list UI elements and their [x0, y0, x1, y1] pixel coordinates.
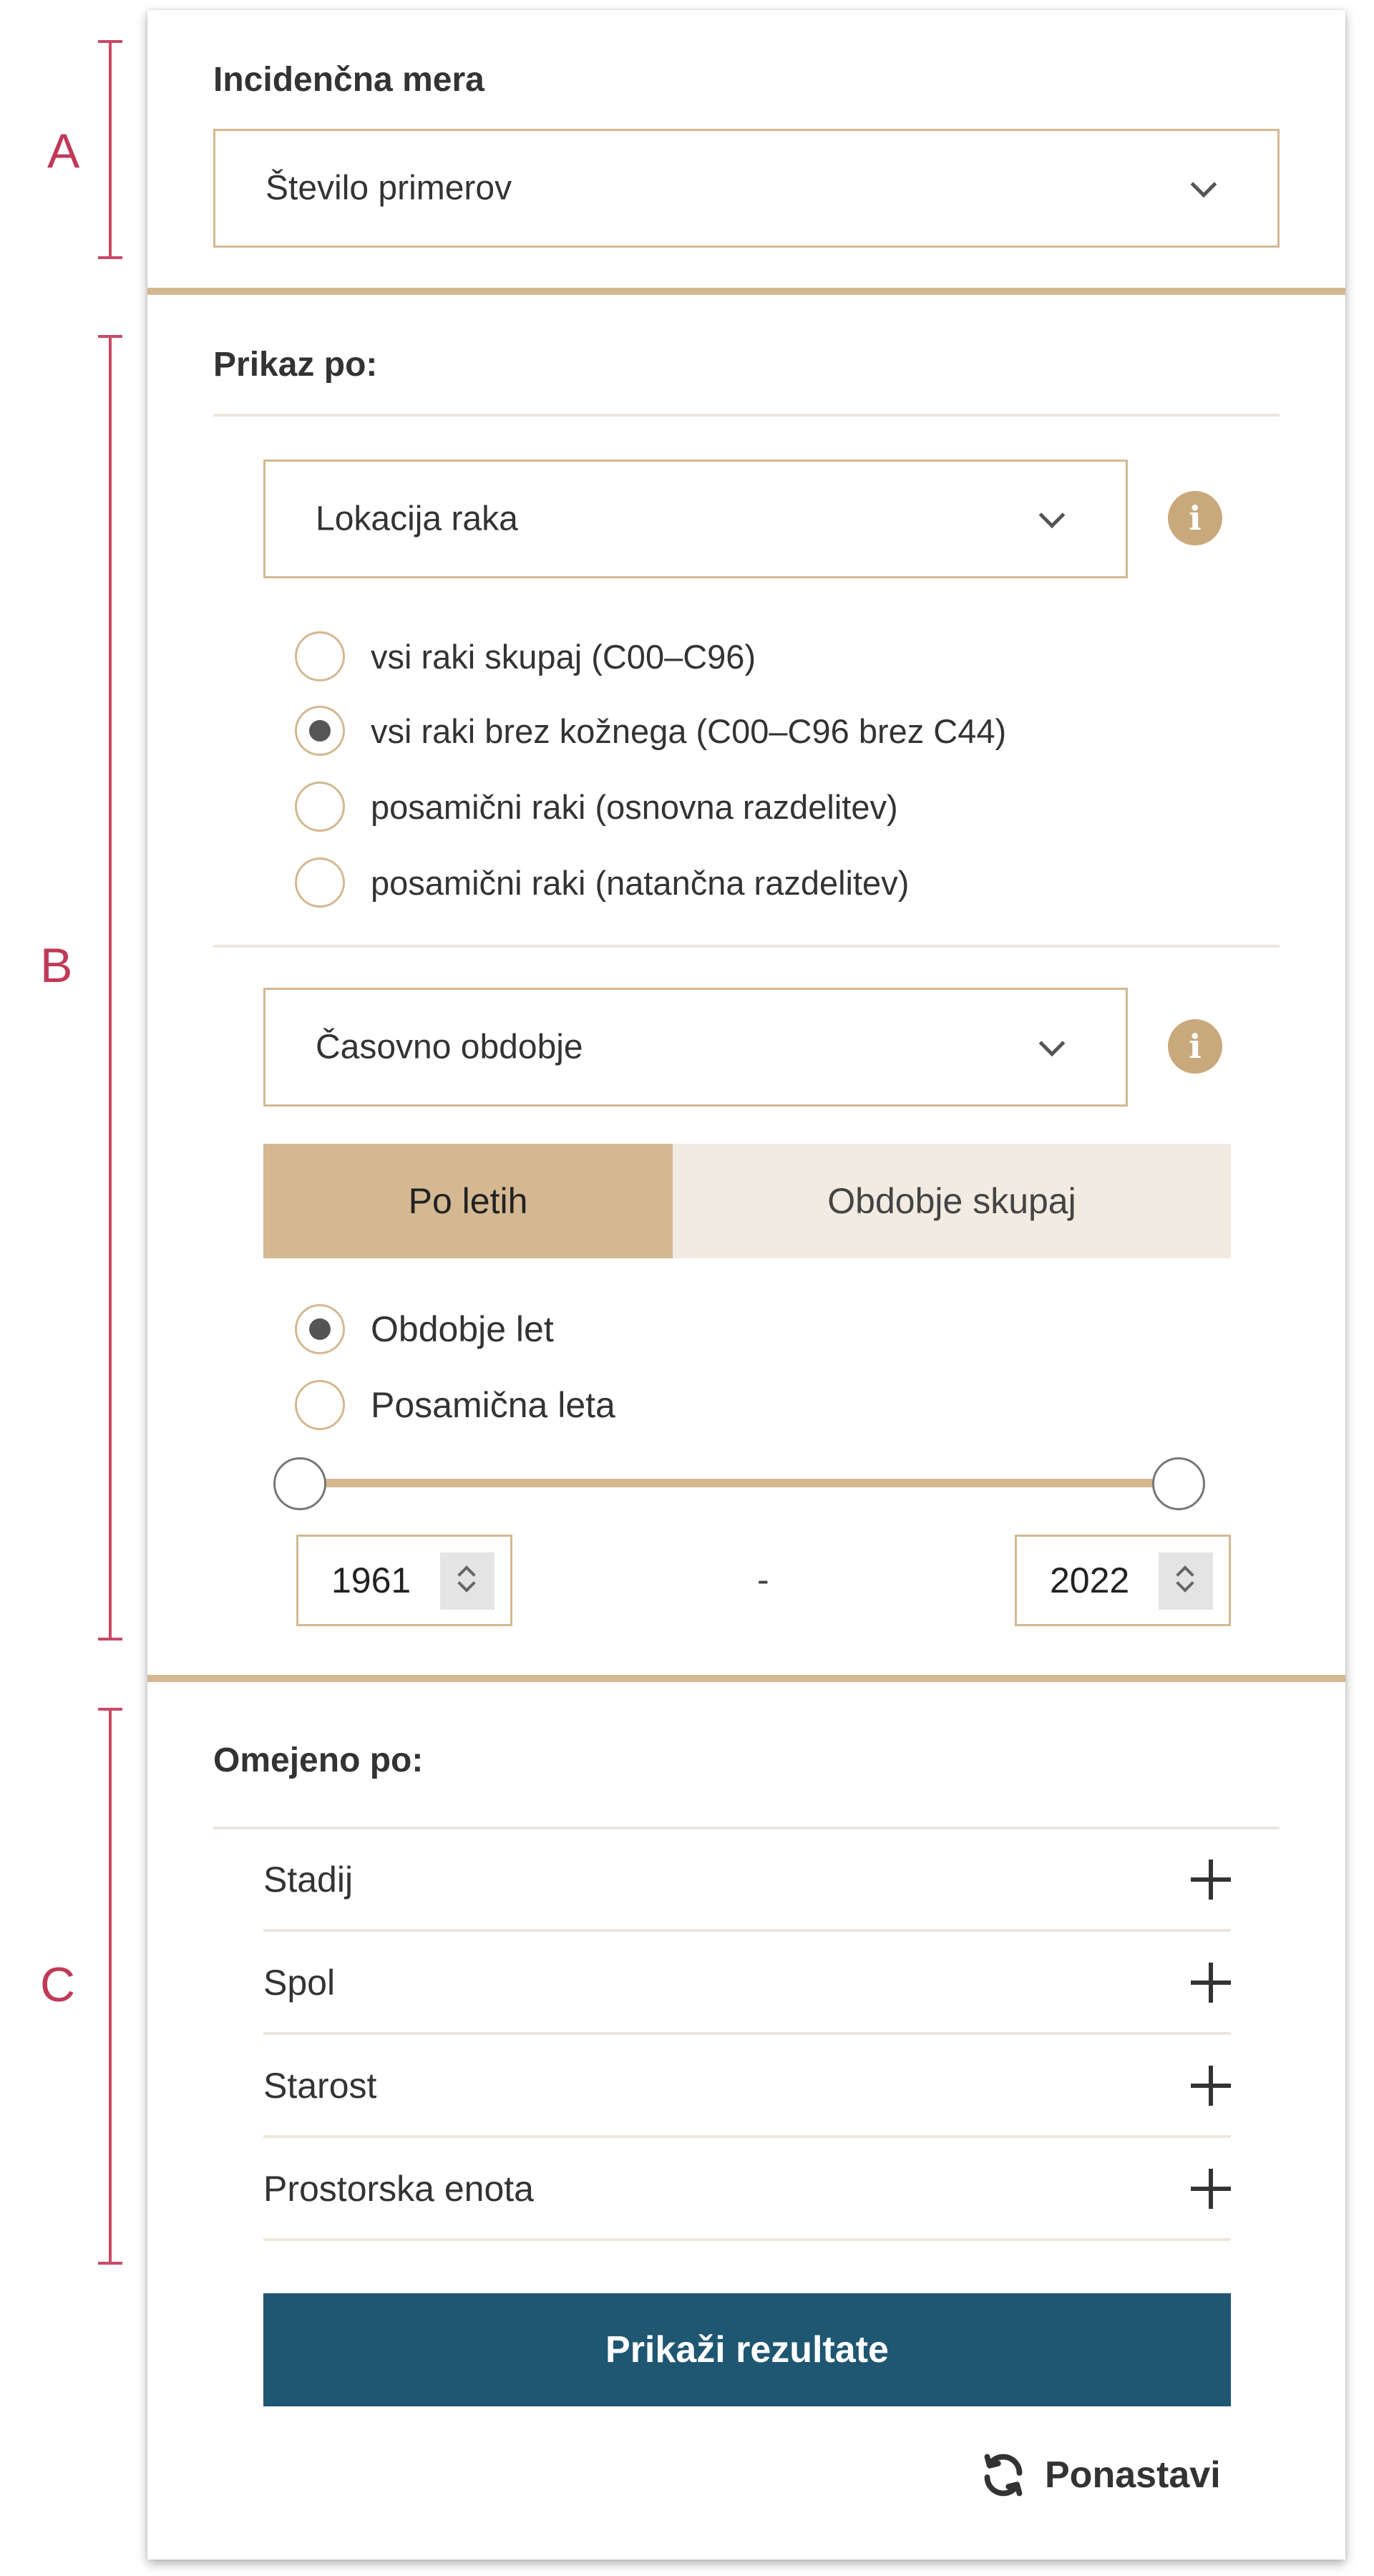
year-to-input[interactable]: 2022 [1015, 1535, 1231, 1626]
show-results-button[interactable]: Prikaži rezultate [263, 2293, 1231, 2406]
filter-item-label: Prostorska enota [263, 2168, 534, 2209]
location-option-label: vsi raki brez kožnega (C00–C96 brez C44) [371, 711, 1007, 750]
period-option-label: Obdobje let [371, 1309, 554, 1349]
period-option-label: Posamična leta [371, 1385, 615, 1425]
filter-item-sex[interactable]: Spol [263, 1933, 1231, 2035]
radio-button[interactable] [295, 1380, 345, 1430]
plus-icon[interactable] [1191, 1962, 1231, 2003]
filter-item-stage[interactable]: Stadij [263, 1829, 1231, 1932]
section-divider [147, 288, 1345, 295]
slider-handle-end[interactable] [1152, 1457, 1205, 1510]
period-select[interactable]: Časovno obdobje [263, 988, 1128, 1107]
radio-button[interactable] [295, 857, 345, 908]
slider-handle-start[interactable] [273, 1457, 326, 1510]
radio-button-selected[interactable] [295, 706, 345, 756]
year-range-slider[interactable] [299, 1479, 1176, 1487]
plus-icon[interactable] [1191, 2065, 1231, 2106]
location-option[interactable]: posamični raki (osnovna razdelitev) [295, 782, 898, 832]
measure-select-value: Število primerov [265, 169, 512, 208]
filter-item-age[interactable]: Starost [263, 2036, 1231, 2138]
refresh-icon [984, 2454, 1023, 2497]
section-divider [147, 1675, 1345, 1682]
location-select-value: Lokacija raka [316, 500, 518, 538]
plus-icon[interactable] [1191, 1859, 1231, 1900]
measure-heading: Incidenčna mera [213, 61, 484, 99]
divider [213, 414, 1280, 417]
period-option[interactable]: Posamična leta [295, 1380, 615, 1430]
radio-button-selected[interactable] [295, 1304, 345, 1354]
year-from-value: 1961 [331, 1560, 411, 1600]
period-option[interactable]: Obdobje let [295, 1304, 554, 1354]
info-icon[interactable]: i [1168, 491, 1222, 545]
period-mode-toggle: Po letih Obdobje skupaj [263, 1144, 1231, 1258]
filter-item-label: Spol [263, 1962, 336, 2003]
radio-button[interactable] [295, 631, 345, 681]
location-option[interactable]: vsi raki brez kožnega (C00–C96 brez C44) [295, 706, 1006, 756]
location-option-label: posamični raki (osnovna razdelitev) [371, 787, 898, 826]
radio-button[interactable] [295, 782, 345, 832]
filter-panel: Incidenčna mera Število primerov Prikaz … [147, 10, 1345, 2560]
tab-period-total[interactable]: Obdobje skupaj [673, 1144, 1231, 1258]
period-select-value: Časovno obdobje [316, 1028, 583, 1066]
stepper-icon[interactable] [1159, 1552, 1213, 1610]
location-option[interactable]: vsi raki skupaj (C00–C96) [295, 631, 756, 681]
location-option[interactable]: posamični raki (natančna razdelitev) [295, 857, 909, 908]
display-heading: Prikaz po: [213, 346, 378, 384]
filter-item-label: Starost [263, 2065, 377, 2106]
reset-button[interactable]: Ponastavi [978, 2449, 1221, 2501]
year-to-value: 2022 [1050, 1560, 1130, 1600]
location-select[interactable]: Lokacija raka [263, 460, 1128, 578]
measure-select[interactable]: Število primerov [213, 129, 1280, 248]
range-separator: - [757, 1560, 769, 1600]
chevron-down-icon [1038, 502, 1066, 529]
filter-item-label: Stadij [263, 1859, 354, 1900]
filter-item-region[interactable]: Prostorska enota [263, 2139, 1231, 2241]
filters-heading: Omejeno po: [213, 1741, 424, 1779]
location-option-label: vsi raki skupaj (C00–C96) [371, 637, 756, 676]
chevron-down-icon [1038, 1030, 1066, 1057]
divider [213, 945, 1280, 948]
info-icon[interactable]: i [1168, 1019, 1222, 1074]
stepper-icon[interactable] [440, 1552, 494, 1610]
tab-by-years[interactable]: Po letih [263, 1144, 673, 1258]
year-from-input[interactable]: 1961 [296, 1535, 512, 1626]
location-option-label: posamični raki (natančna razdelitev) [371, 863, 910, 902]
reset-label: Ponastavi [1045, 2454, 1221, 2496]
chevron-down-icon [1190, 171, 1217, 198]
plus-icon[interactable] [1191, 2168, 1231, 2209]
